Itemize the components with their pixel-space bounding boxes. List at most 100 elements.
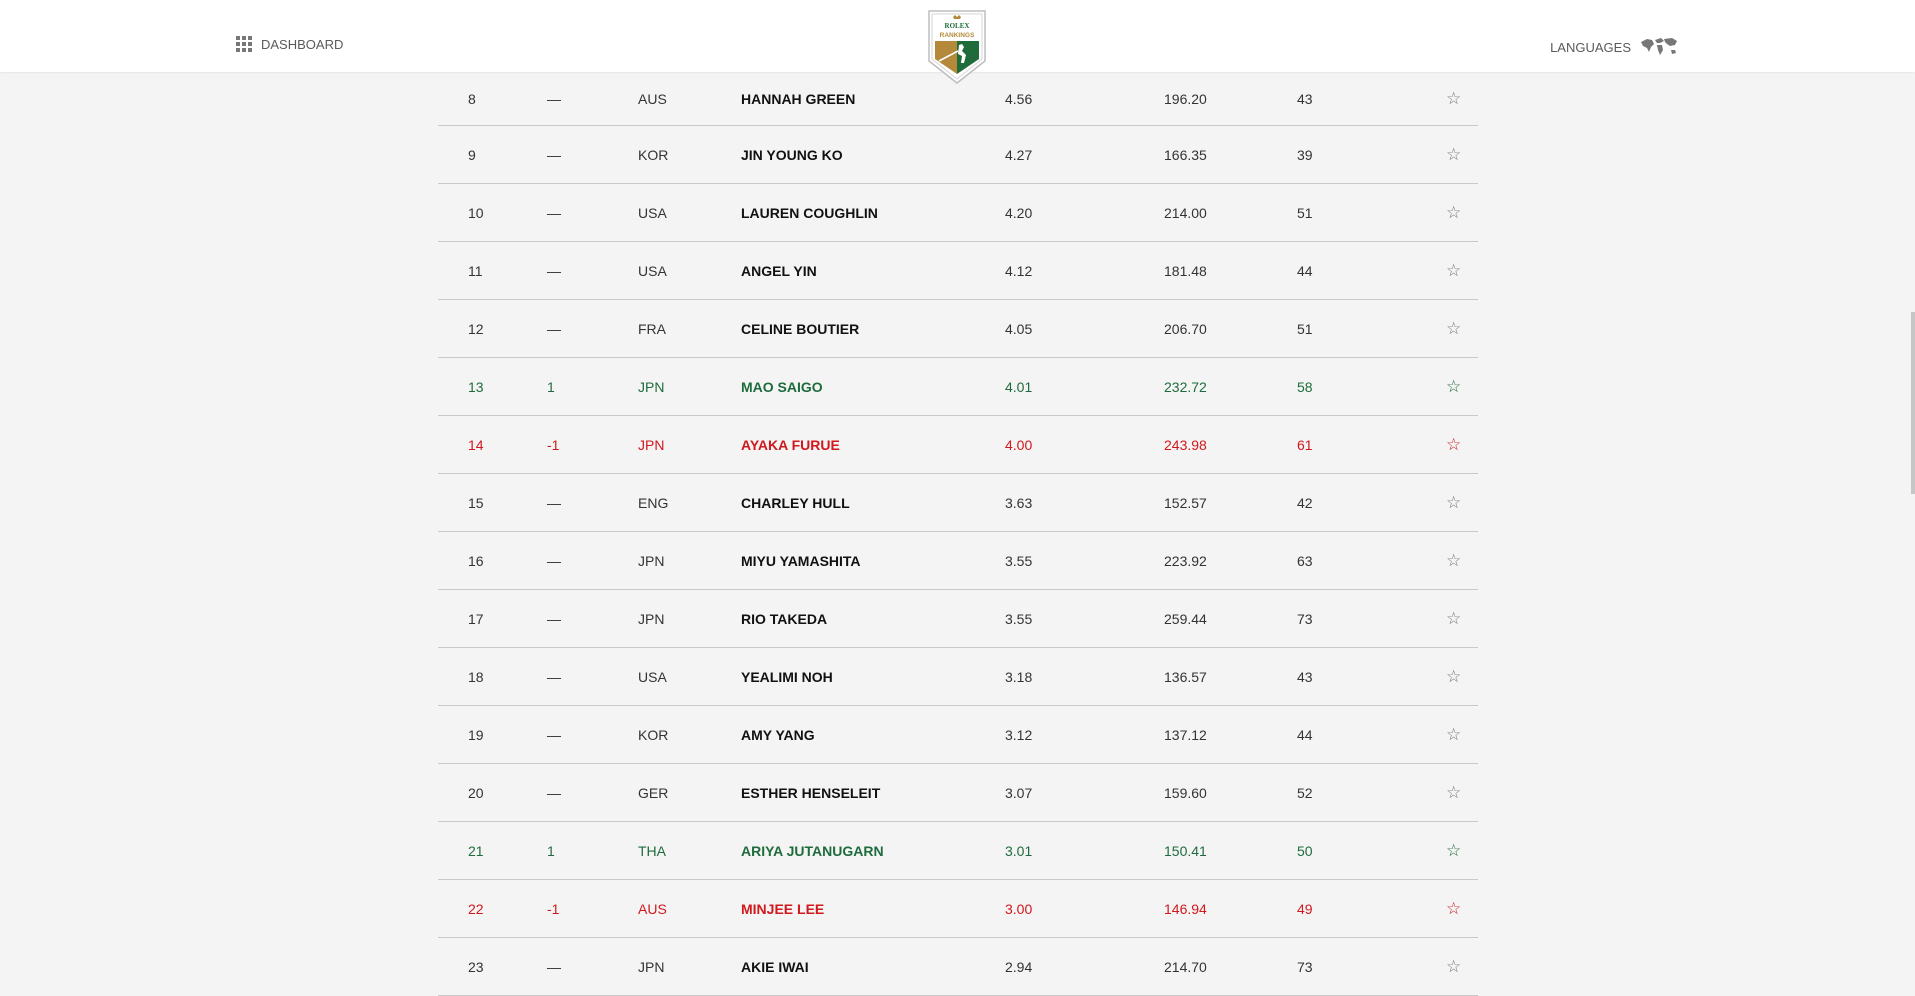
table-row[interactable]: 20 — GER ESTHER HENSELEIT 3.07 159.60 52 ☆ (438, 764, 1478, 822)
events-cell: 43 (1297, 90, 1313, 107)
rank-cell: 20 (468, 784, 484, 801)
scrollbar-thumb[interactable] (1911, 312, 1915, 494)
star-outline-icon[interactable]: ☆ (1446, 783, 1461, 803)
table-row[interactable]: 22 -1 AUS MINJEE LEE 3.00 146.94 49 ☆ (438, 880, 1478, 938)
events-cell: 73 (1297, 610, 1313, 627)
table-row[interactable]: 16 — JPN MIYU YAMASHITA 3.55 223.92 63 ☆ (438, 532, 1478, 590)
events-cell: 50 (1297, 842, 1313, 859)
table-row[interactable]: 14 -1 JPN AYAKA FURUE 4.00 243.98 61 ☆ (438, 416, 1478, 474)
total-points-cell: 150.41 (1164, 842, 1207, 859)
movement-cell: — (547, 90, 561, 107)
total-points-cell: 146.94 (1164, 900, 1207, 917)
star-outline-icon[interactable]: ☆ (1446, 89, 1461, 109)
rank-cell: 12 (468, 320, 484, 337)
rank-cell: 17 (468, 610, 484, 627)
table-row[interactable]: 21 1 THA ARIYA JUTANUGARN 3.01 150.41 50 ☆ (438, 822, 1478, 880)
star-outline-icon[interactable]: ☆ (1446, 667, 1461, 687)
movement-cell: — (547, 784, 561, 801)
star-outline-icon[interactable]: ☆ (1446, 493, 1461, 513)
player-name-link[interactable]: JIN YOUNG KO (741, 147, 843, 163)
events-cell: 61 (1297, 436, 1313, 453)
player-name-link[interactable]: MIYU YAMASHITA (741, 553, 861, 569)
svg-text:ROLEX: ROLEX (945, 22, 970, 30)
star-outline-icon[interactable]: ☆ (1446, 899, 1461, 919)
table-row[interactable]: 17 — JPN RIO TAKEDA 3.55 259.44 73 ☆ (438, 590, 1478, 648)
player-name-link[interactable]: MINJEE LEE (741, 901, 824, 917)
nationality-cell: JPN (638, 436, 665, 453)
rank-cell: 14 (468, 436, 484, 453)
languages-selector[interactable]: LANGUAGES (1550, 36, 1679, 58)
average-points-cell: 4.05 (1005, 320, 1033, 337)
movement-cell: — (547, 262, 561, 279)
total-points-cell: 181.48 (1164, 262, 1207, 279)
player-name-link[interactable]: MAO SAIGO (741, 379, 823, 395)
player-name-link[interactable]: CHARLEY HULL (741, 495, 850, 511)
total-points-cell: 232.72 (1164, 378, 1207, 395)
nationality-cell: FRA (638, 320, 666, 337)
table-row[interactable]: 10 — USA LAUREN COUGHLIN 4.20 214.00 51 ☆ (438, 184, 1478, 242)
rank-cell: 19 (468, 726, 484, 743)
events-cell: 44 (1297, 262, 1313, 279)
nationality-cell: USA (638, 204, 667, 221)
svg-text:RANKINGS: RANKINGS (940, 32, 975, 39)
table-row[interactable]: 13 1 JPN MAO SAIGO 4.01 232.72 58 ☆ (438, 358, 1478, 416)
star-outline-icon[interactable]: ☆ (1446, 435, 1461, 455)
star-outline-icon[interactable]: ☆ (1446, 319, 1461, 339)
player-name-link[interactable]: ARIYA JUTANUGARN (741, 843, 884, 859)
events-cell: 63 (1297, 552, 1313, 569)
player-name-link[interactable]: CELINE BOUTIER (741, 321, 859, 337)
nationality-cell: USA (638, 668, 667, 685)
star-outline-icon[interactable]: ☆ (1446, 609, 1461, 629)
rolex-rankings-logo[interactable]: ROLEX RANKINGS (926, 7, 988, 85)
grid-icon (236, 36, 252, 52)
movement-cell: — (547, 146, 561, 163)
total-points-cell: 166.35 (1164, 146, 1207, 163)
table-row[interactable]: 11 — USA ANGEL YIN 4.12 181.48 44 ☆ (438, 242, 1478, 300)
rank-cell: 22 (468, 900, 484, 917)
player-name-link[interactable]: AMY YANG (741, 727, 815, 743)
player-name-link[interactable]: LAUREN COUGHLIN (741, 205, 878, 221)
player-name-link[interactable]: AYAKA FURUE (741, 437, 840, 453)
table-row[interactable]: 19 — KOR AMY YANG 3.12 137.12 44 ☆ (438, 706, 1478, 764)
star-outline-icon[interactable]: ☆ (1446, 261, 1461, 281)
nationality-cell: KOR (638, 146, 669, 163)
star-outline-icon[interactable]: ☆ (1446, 145, 1461, 165)
rank-cell: 18 (468, 668, 484, 685)
total-points-cell: 206.70 (1164, 320, 1207, 337)
total-points-cell: 136.57 (1164, 668, 1207, 685)
average-points-cell: 4.20 (1005, 204, 1033, 221)
nationality-cell: JPN (638, 610, 665, 627)
average-points-cell: 3.55 (1005, 552, 1033, 569)
dashboard-link[interactable]: DASHBOARD (236, 36, 343, 52)
average-points-cell: 3.55 (1005, 610, 1033, 627)
star-outline-icon[interactable]: ☆ (1446, 203, 1461, 223)
average-points-cell: 3.00 (1005, 900, 1033, 917)
total-points-cell: 214.00 (1164, 204, 1207, 221)
star-outline-icon[interactable]: ☆ (1446, 725, 1461, 745)
star-outline-icon[interactable]: ☆ (1446, 551, 1461, 571)
total-points-cell: 137.12 (1164, 726, 1207, 743)
table-row[interactable]: 9 — KOR JIN YOUNG KO 4.27 166.35 39 ☆ (438, 126, 1478, 184)
star-outline-icon[interactable]: ☆ (1446, 841, 1461, 861)
player-name-link[interactable]: ANGEL YIN (741, 263, 817, 279)
table-row[interactable]: 12 — FRA CELINE BOUTIER 4.05 206.70 51 ☆ (438, 300, 1478, 358)
rank-cell: 8 (468, 90, 476, 107)
average-points-cell: 4.00 (1005, 436, 1033, 453)
events-cell: 49 (1297, 900, 1313, 917)
average-points-cell: 4.56 (1005, 90, 1033, 107)
table-row[interactable]: 18 — USA YEALIMI NOH 3.18 136.57 43 ☆ (438, 648, 1478, 706)
movement-cell: — (547, 494, 561, 511)
table-row[interactable]: 23— JPN AKIE IWAI 2.94 214.70 73 ☆ (438, 938, 1478, 996)
star-outline-icon[interactable]: ☆ (1446, 377, 1461, 397)
average-points-cell: 3.01 (1005, 842, 1033, 859)
player-name-link[interactable]: HANNAH GREEN (741, 91, 855, 107)
nationality-cell: JPN (638, 552, 665, 569)
player-name-link[interactable]: YEALIMI NOH (741, 669, 833, 685)
table-row[interactable]: 15 — ENG CHARLEY HULL 3.63 152.57 42 ☆ (438, 474, 1478, 532)
average-points-cell: 3.18 (1005, 668, 1033, 685)
player-name-link[interactable]: RIO TAKEDA (741, 611, 827, 627)
nationality-cell: THA (638, 842, 666, 859)
events-cell: 43 (1297, 668, 1313, 685)
rank-cell: 16 (468, 552, 484, 569)
player-name-link[interactable]: ESTHER HENSELEIT (741, 785, 880, 801)
